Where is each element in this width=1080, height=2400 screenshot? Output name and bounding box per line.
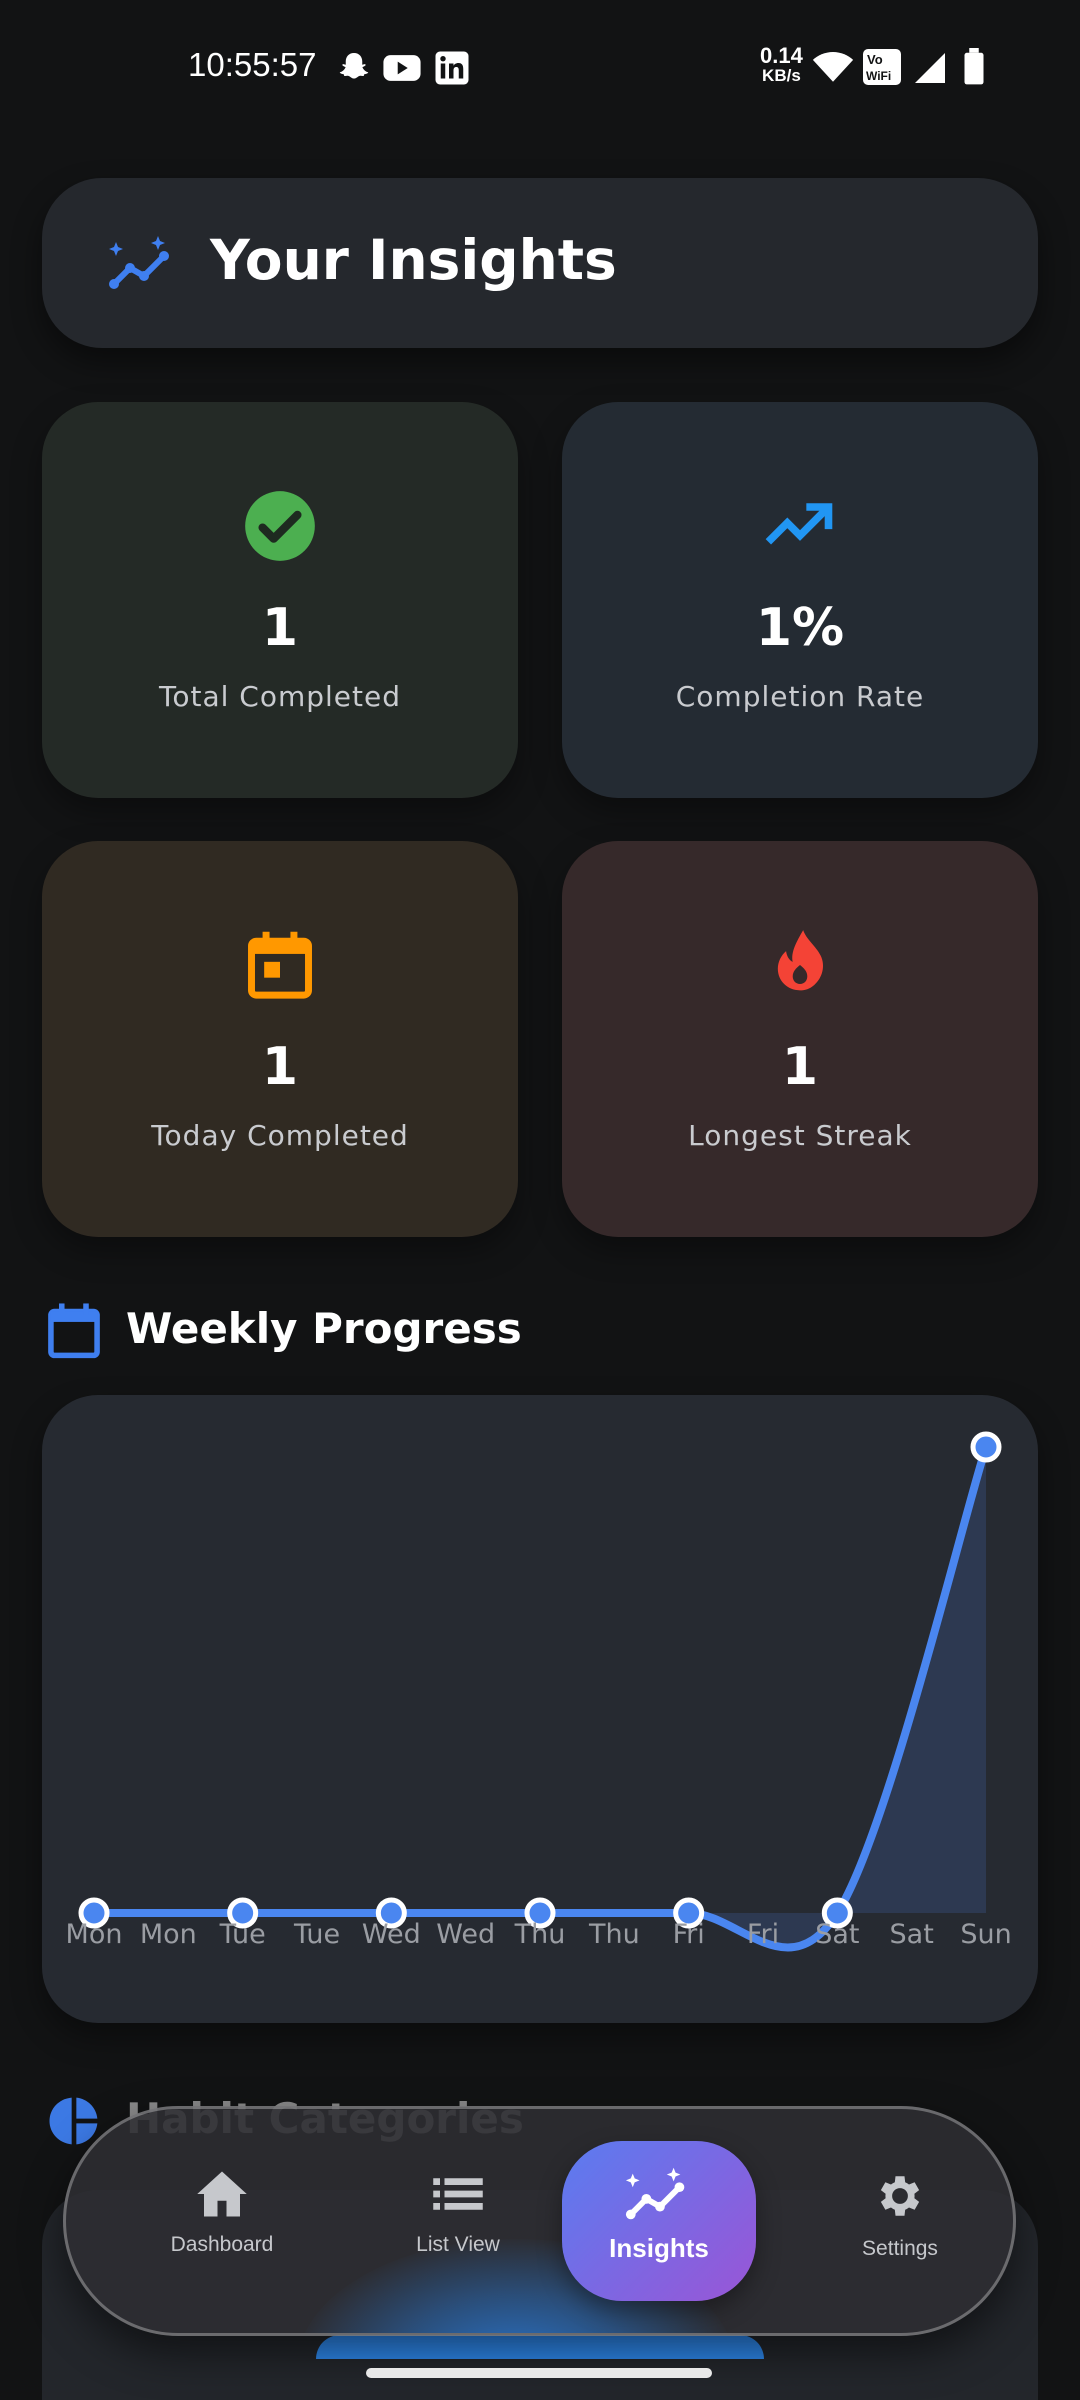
x-tick-label: Mon xyxy=(140,1919,197,1950)
x-tick-label: Thu xyxy=(588,1919,640,1950)
stat-card-total-completed: 1 Total Completed xyxy=(42,402,518,798)
youtube-icon xyxy=(382,50,422,90)
x-tick-label: Wed xyxy=(362,1919,421,1950)
x-tick-label: Thu xyxy=(514,1919,566,1950)
chart-area-fill xyxy=(94,1447,986,1948)
chart-line xyxy=(90,1443,990,1952)
x-tick-label: Wed xyxy=(436,1919,495,1950)
nav-label: List View xyxy=(416,2233,500,2256)
x-tick-label: Sat xyxy=(890,1919,934,1950)
nav-label: Settings xyxy=(862,2237,938,2260)
x-tick-label: Sun xyxy=(960,1919,1011,1950)
insights-icon xyxy=(106,234,180,296)
nav-item-settings[interactable]: Settings xyxy=(800,2169,1000,2289)
page-title: Your Insights xyxy=(210,228,617,292)
list-icon xyxy=(358,2169,558,2223)
x-tick-label: Tue xyxy=(293,1919,340,1950)
nav-label: Insights xyxy=(609,2233,709,2263)
x-tick-label: Mon xyxy=(66,1919,123,1950)
stat-label: Total Completed xyxy=(158,680,401,713)
x-tick-label: Fri xyxy=(673,1919,705,1950)
home-icon xyxy=(122,2169,322,2223)
stat-value: 1 xyxy=(781,1037,819,1097)
signal-icon xyxy=(912,50,948,90)
x-tick-label: Sat xyxy=(815,1919,859,1950)
chart-point[interactable] xyxy=(970,1431,1002,1463)
home-indicator[interactable] xyxy=(366,2368,712,2378)
calendar-icon xyxy=(46,1300,102,1364)
stat-card-today-completed: 1 Today Completed xyxy=(42,841,518,1237)
svg-text:WiFi: WiFi xyxy=(866,69,891,83)
nav-item-list-view[interactable]: List View xyxy=(358,2169,558,2289)
calendar-today-icon xyxy=(242,927,318,1003)
snapchat-icon xyxy=(336,50,372,90)
insights-header-card: Your Insights xyxy=(42,178,1038,348)
stat-label: Longest Streak xyxy=(688,1119,912,1152)
insights-icon xyxy=(623,2165,695,2227)
x-tick-label: Tue xyxy=(219,1919,266,1950)
stat-value: 1% xyxy=(755,598,845,658)
weekly-progress-chart: Mon Mon Tue Tue Wed Wed Thu Thu Fri Fri Sat Sat Sun xyxy=(42,1395,1038,2023)
stat-value: 1 xyxy=(261,598,299,658)
active-indicator-glow xyxy=(316,2335,764,2359)
fire-icon xyxy=(762,927,838,1003)
stat-card-longest-streak: 1 Longest Streak xyxy=(562,841,1038,1237)
nav-label: Dashboard xyxy=(170,2233,274,2256)
nav-item-insights[interactable]: Insights xyxy=(562,2141,756,2301)
stat-label: Completion Rate xyxy=(675,680,925,713)
stat-label: Today Completed xyxy=(151,1119,409,1152)
nav-item-dashboard[interactable]: Dashboard xyxy=(122,2169,322,2289)
status-bar: 10:55:57 0.14 KB/s Vo WiFi xyxy=(0,0,1080,130)
network-speed: 0.14 KB/s xyxy=(760,43,803,86)
gear-icon xyxy=(800,2169,1000,2227)
stat-value: 1 xyxy=(261,1037,299,1097)
vowifi-icon: Vo WiFi xyxy=(862,48,902,90)
weekly-progress-title: Weekly Progress xyxy=(126,1304,522,1353)
bottom-navigation: Dashboard List View Insights Settings xyxy=(63,2106,1016,2336)
linkedin-icon xyxy=(434,50,470,90)
check-circle-icon xyxy=(242,488,318,564)
x-tick-label: Fri xyxy=(747,1919,779,1950)
svg-text:Vo: Vo xyxy=(867,52,883,67)
battery-icon xyxy=(962,48,986,90)
wifi-icon xyxy=(812,48,854,88)
trending-up-icon xyxy=(762,488,838,564)
status-time: 10:55:57 xyxy=(188,46,317,83)
line-chart: Mon Mon Tue Tue Wed Wed Thu Thu Fri Fri Sat Sat Sun xyxy=(66,1431,1012,1952)
stat-card-completion-rate: 1% Completion Rate xyxy=(562,402,1038,798)
